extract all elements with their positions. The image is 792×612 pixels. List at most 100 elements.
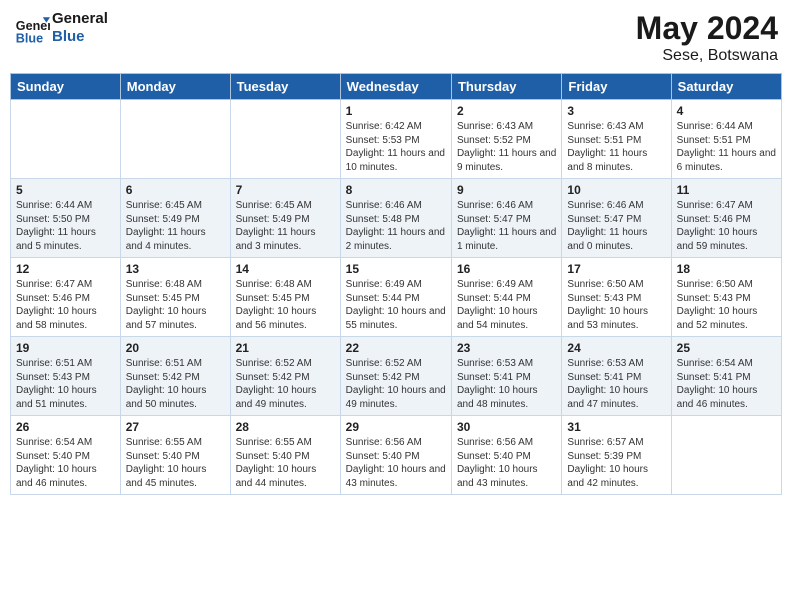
col-tuesday: Tuesday	[230, 74, 340, 100]
day-info: Sunrise: 6:43 AM Sunset: 5:51 PM Dayligh…	[567, 120, 665, 174]
day-number: 31	[567, 420, 665, 434]
day-cell: 23 Sunrise: 6:53 AM Sunset: 5:41 PM Dayli…	[451, 337, 561, 416]
day-info: Sunrise: 6:53 AM Sunset: 5:41 PM Dayligh…	[567, 357, 665, 411]
day-cell: 10Sunrise: 6:46 AM Sunset: 5:47 PM Dayli…	[562, 179, 671, 258]
day-cell: 21 Sunrise: 6:52 AM Sunset: 5:42 PM Dayli…	[230, 337, 340, 416]
day-cell: 18 Sunrise: 6:50 AM Sunset: 5:43 PM Dayli…	[671, 258, 781, 337]
day-cell: 17 Sunrise: 6:50 AM Sunset: 5:43 PM Dayli…	[562, 258, 671, 337]
day-number: 24	[567, 341, 665, 355]
week-row-1: 5 Sunrise: 6:44 AM Sunset: 5:50 PM Daylig…	[11, 179, 782, 258]
day-cell: 12Sunrise: 6:47 AM Sunset: 5:46 PM Dayli…	[11, 258, 121, 337]
day-number: 15	[346, 262, 446, 276]
day-cell: 1Sunrise: 6:42 AM Sunset: 5:53 PM Daylig…	[340, 100, 451, 179]
day-info: Sunrise: 6:49 AM Sunset: 5:44 PM Dayligh…	[346, 278, 446, 332]
day-info: Sunrise: 6:44 AM Sunset: 5:50 PM Dayligh…	[16, 199, 115, 253]
logo-icon: General Blue	[14, 10, 50, 46]
day-cell: 5 Sunrise: 6:44 AM Sunset: 5:50 PM Daylig…	[11, 179, 121, 258]
day-cell: 15 Sunrise: 6:49 AM Sunset: 5:44 PM Dayli…	[340, 258, 451, 337]
day-info: Sunrise: 6:53 AM Sunset: 5:41 PM Dayligh…	[457, 357, 556, 411]
day-cell: 30 Sunrise: 6:56 AM Sunset: 5:40 PM Dayli…	[451, 416, 561, 495]
day-info: Sunrise: 6:57 AM Sunset: 5:39 PM Dayligh…	[567, 436, 665, 490]
day-number: 20	[126, 341, 225, 355]
week-row-2: 12Sunrise: 6:47 AM Sunset: 5:46 PM Dayli…	[11, 258, 782, 337]
logo-blue: Blue	[52, 28, 108, 46]
day-number: 17	[567, 262, 665, 276]
title-block: May 2024 Sese, Botswana	[636, 10, 778, 65]
header-row: Sunday Monday Tuesday Wednesday Thursday…	[11, 74, 782, 100]
day-number: 23	[457, 341, 556, 355]
day-number: 19	[16, 341, 115, 355]
day-info: Sunrise: 6:56 AM Sunset: 5:40 PM Dayligh…	[457, 436, 556, 490]
col-thursday: Thursday	[451, 74, 561, 100]
week-row-4: 26Sunrise: 6:54 AM Sunset: 5:40 PM Dayli…	[11, 416, 782, 495]
col-saturday: Saturday	[671, 74, 781, 100]
col-sunday: Sunday	[11, 74, 121, 100]
calendar-header: Sunday Monday Tuesday Wednesday Thursday…	[11, 74, 782, 100]
page-subtitle: Sese, Botswana	[636, 47, 778, 65]
day-cell: 16Sunrise: 6:49 AM Sunset: 5:44 PM Dayli…	[451, 258, 561, 337]
day-info: Sunrise: 6:46 AM Sunset: 5:48 PM Dayligh…	[346, 199, 446, 253]
day-number: 8	[346, 183, 446, 197]
day-info: Sunrise: 6:45 AM Sunset: 5:49 PM Dayligh…	[126, 199, 225, 253]
page: General Blue General Blue May 2024 Sese,…	[0, 0, 792, 612]
day-number: 5	[16, 183, 115, 197]
day-number: 11	[677, 183, 776, 197]
day-number: 6	[126, 183, 225, 197]
day-info: Sunrise: 6:45 AM Sunset: 5:49 PM Dayligh…	[236, 199, 335, 253]
day-number: 29	[346, 420, 446, 434]
day-cell: 29 Sunrise: 6:56 AM Sunset: 5:40 PM Dayli…	[340, 416, 451, 495]
day-number: 4	[677, 104, 776, 118]
col-monday: Monday	[120, 74, 230, 100]
day-info: Sunrise: 6:47 AM Sunset: 5:46 PM Dayligh…	[677, 199, 776, 253]
day-cell: 31 Sunrise: 6:57 AM Sunset: 5:39 PM Dayli…	[562, 416, 671, 495]
day-cell: 2 Sunrise: 6:43 AM Sunset: 5:52 PM Daylig…	[451, 100, 561, 179]
day-number: 3	[567, 104, 665, 118]
day-cell: 26Sunrise: 6:54 AM Sunset: 5:40 PM Dayli…	[11, 416, 121, 495]
week-row-0: 1Sunrise: 6:42 AM Sunset: 5:53 PM Daylig…	[11, 100, 782, 179]
day-info: Sunrise: 6:49 AM Sunset: 5:44 PM Dayligh…	[457, 278, 556, 332]
day-cell: 27Sunrise: 6:55 AM Sunset: 5:40 PM Dayli…	[120, 416, 230, 495]
day-info: Sunrise: 6:52 AM Sunset: 5:42 PM Dayligh…	[346, 357, 446, 411]
day-info: Sunrise: 6:50 AM Sunset: 5:43 PM Dayligh…	[567, 278, 665, 332]
day-cell: 20 Sunrise: 6:51 AM Sunset: 5:42 PM Dayli…	[120, 337, 230, 416]
day-info: Sunrise: 6:50 AM Sunset: 5:43 PM Dayligh…	[677, 278, 776, 332]
day-number: 25	[677, 341, 776, 355]
day-number: 2	[457, 104, 556, 118]
day-number: 18	[677, 262, 776, 276]
calendar-body: 1Sunrise: 6:42 AM Sunset: 5:53 PM Daylig…	[11, 100, 782, 495]
day-cell: 14 Sunrise: 6:48 AM Sunset: 5:45 PM Dayli…	[230, 258, 340, 337]
day-cell: 6 Sunrise: 6:45 AM Sunset: 5:49 PM Daylig…	[120, 179, 230, 258]
day-number: 7	[236, 183, 335, 197]
day-info: Sunrise: 6:52 AM Sunset: 5:42 PM Dayligh…	[236, 357, 335, 411]
day-cell	[230, 100, 340, 179]
day-number: 30	[457, 420, 556, 434]
day-info: Sunrise: 6:55 AM Sunset: 5:40 PM Dayligh…	[236, 436, 335, 490]
day-info: Sunrise: 6:54 AM Sunset: 5:41 PM Dayligh…	[677, 357, 776, 411]
day-info: Sunrise: 6:48 AM Sunset: 5:45 PM Dayligh…	[126, 278, 225, 332]
day-cell	[11, 100, 121, 179]
day-info: Sunrise: 6:51 AM Sunset: 5:42 PM Dayligh…	[126, 357, 225, 411]
day-info: Sunrise: 6:54 AM Sunset: 5:40 PM Dayligh…	[16, 436, 115, 490]
calendar: Sunday Monday Tuesday Wednesday Thursday…	[10, 73, 782, 495]
day-cell: 22 Sunrise: 6:52 AM Sunset: 5:42 PM Dayli…	[340, 337, 451, 416]
day-number: 13	[126, 262, 225, 276]
day-number: 21	[236, 341, 335, 355]
day-info: Sunrise: 6:43 AM Sunset: 5:52 PM Dayligh…	[457, 120, 556, 174]
day-cell: 11 Sunrise: 6:47 AM Sunset: 5:46 PM Dayli…	[671, 179, 781, 258]
day-info: Sunrise: 6:51 AM Sunset: 5:43 PM Dayligh…	[16, 357, 115, 411]
day-info: Sunrise: 6:48 AM Sunset: 5:45 PM Dayligh…	[236, 278, 335, 332]
day-cell: 8 Sunrise: 6:46 AM Sunset: 5:48 PM Daylig…	[340, 179, 451, 258]
col-friday: Friday	[562, 74, 671, 100]
day-cell: 28Sunrise: 6:55 AM Sunset: 5:40 PM Dayli…	[230, 416, 340, 495]
day-number: 27	[126, 420, 225, 434]
day-number: 14	[236, 262, 335, 276]
day-number: 10	[567, 183, 665, 197]
logo: General Blue General Blue	[14, 10, 108, 46]
day-cell: 24 Sunrise: 6:53 AM Sunset: 5:41 PM Dayli…	[562, 337, 671, 416]
day-number: 22	[346, 341, 446, 355]
day-cell: 19 Sunrise: 6:51 AM Sunset: 5:43 PM Dayli…	[11, 337, 121, 416]
day-info: Sunrise: 6:56 AM Sunset: 5:40 PM Dayligh…	[346, 436, 446, 490]
day-cell: 3 Sunrise: 6:43 AM Sunset: 5:51 PM Daylig…	[562, 100, 671, 179]
day-cell: 13 Sunrise: 6:48 AM Sunset: 5:45 PM Dayli…	[120, 258, 230, 337]
day-info: Sunrise: 6:44 AM Sunset: 5:51 PM Dayligh…	[677, 120, 776, 174]
